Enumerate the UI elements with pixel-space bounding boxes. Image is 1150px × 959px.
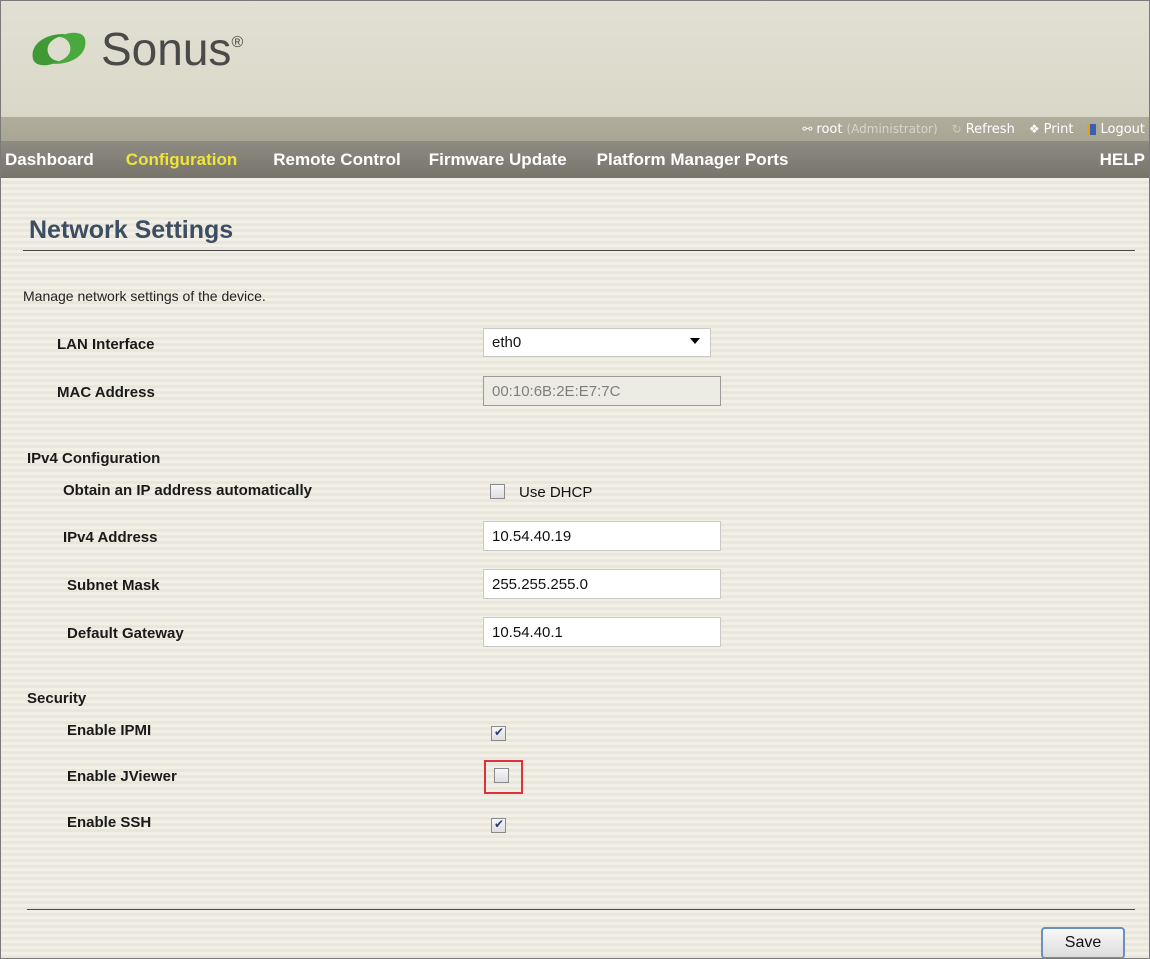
- chevron-down-icon: [690, 338, 700, 344]
- bottom-divider: [27, 909, 1135, 910]
- main-nav: Dashboard Configuration Remote Control F…: [1, 141, 1149, 178]
- lan-interface-select[interactable]: eth0: [483, 328, 711, 357]
- ipv4-address-input[interactable]: 10.54.40.19: [483, 521, 721, 551]
- user-icon: ⚯: [802, 122, 813, 136]
- print-icon: ❖: [1028, 122, 1040, 136]
- user-info: ⚯ root (Administrator): [802, 122, 937, 137]
- security-section-label: Security: [27, 690, 87, 707]
- nav-platform-manager-ports[interactable]: Platform Manager Ports: [597, 150, 789, 170]
- nav-help[interactable]: HELP: [1100, 150, 1145, 170]
- refresh-label: Refresh: [965, 121, 1015, 137]
- default-gateway-label: Default Gateway: [67, 625, 184, 642]
- sonus-logo-icon: [32, 32, 86, 66]
- print-link[interactable]: ❖ Print: [1029, 122, 1074, 137]
- logout-label: Logout: [1100, 121, 1145, 137]
- jviewer-highlight-box: [484, 760, 523, 794]
- utility-bar: ⚯ root (Administrator) ↻ Refresh ❖ Print…: [1, 117, 1149, 141]
- print-label: Print: [1043, 121, 1074, 137]
- nav-configuration[interactable]: Configuration: [126, 150, 237, 170]
- save-button[interactable]: Save: [1041, 927, 1125, 958]
- default-gateway-input[interactable]: 10.54.40.1: [483, 617, 721, 647]
- header: Sonus ®: [1, 1, 1149, 117]
- refresh-link[interactable]: ↻ Refresh: [952, 122, 1015, 137]
- nav-dashboard[interactable]: Dashboard: [5, 150, 94, 170]
- content-area: Network Settings Manage network settings…: [1, 178, 1149, 958]
- nav-remote-control[interactable]: Remote Control: [273, 150, 401, 170]
- refresh-icon: ↻: [951, 122, 962, 136]
- enable-jviewer-label: Enable JViewer: [67, 768, 177, 785]
- registered-mark: ®: [231, 34, 244, 51]
- subnet-mask-label: Subnet Mask: [67, 577, 160, 594]
- mac-address-field: 00:10:6B:2E:E7:7C: [483, 376, 721, 406]
- ipv4-section-label: IPv4 Configuration: [27, 450, 161, 467]
- logout-link[interactable]: Logout: [1087, 122, 1145, 137]
- title-divider: [23, 250, 1135, 251]
- mac-address-label: MAC Address: [57, 384, 155, 401]
- subnet-mask-input[interactable]: 255.255.255.0: [483, 569, 721, 599]
- brand-name: Sonus: [101, 23, 232, 75]
- logout-icon: [1087, 123, 1097, 135]
- enable-ssh-label: Enable SSH: [67, 814, 152, 831]
- dhcp-label: Obtain an IP address automatically: [63, 482, 312, 499]
- use-dhcp-checkbox[interactable]: [490, 484, 505, 499]
- page-description: Manage network settings of the device.: [23, 288, 266, 304]
- use-dhcp-label[interactable]: Use DHCP: [519, 484, 592, 501]
- enable-ipmi-label: Enable IPMI: [67, 722, 152, 739]
- page-title: Network Settings: [29, 216, 234, 244]
- enable-ipmi-checkbox[interactable]: [491, 725, 506, 741]
- ipv4-address-label: IPv4 Address: [63, 529, 158, 546]
- user-role: (Administrator): [846, 122, 938, 136]
- lan-interface-value: eth0: [492, 334, 522, 351]
- enable-ssh-checkbox[interactable]: [491, 817, 506, 833]
- brand-logo: Sonus ®: [19, 19, 243, 79]
- username: root: [816, 121, 843, 137]
- lan-interface-label: LAN Interface: [57, 336, 155, 353]
- browser-frame: Sonus ® ⚯ root (Administrator) ↻ Refresh…: [0, 0, 1150, 959]
- nav-firmware-update[interactable]: Firmware Update: [429, 150, 567, 170]
